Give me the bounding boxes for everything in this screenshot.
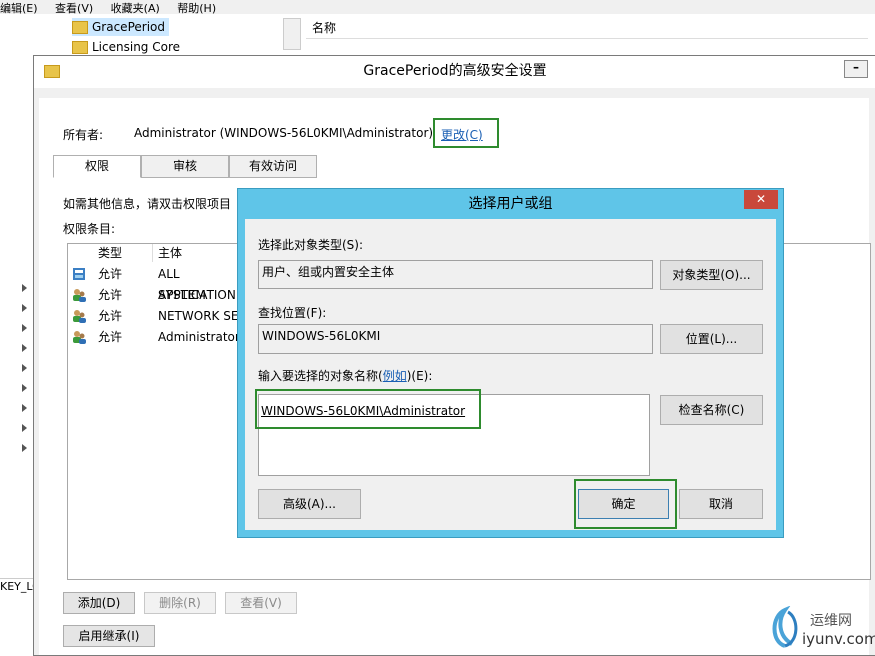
name-highlight (255, 389, 481, 429)
expand-arrow-icon[interactable] (22, 324, 27, 332)
expand-arrow-icon[interactable] (22, 284, 27, 292)
owner-value: Administrator (WINDOWS-56L0KMI\Administr… (134, 126, 434, 140)
object-name-label: 输入要选择的对象名称(例如)(E): (258, 369, 433, 383)
change-owner-link[interactable]: 更改(C) (441, 126, 483, 143)
entries-label: 权限条目: (63, 222, 116, 236)
remove-button[interactable]: 删除(R) (144, 592, 216, 614)
group-icon (73, 268, 85, 280)
object-type-label: 选择此对象类型(S): (258, 238, 364, 252)
tree-scroll-up[interactable] (283, 18, 301, 50)
expand-arrow-icon[interactable] (22, 384, 27, 392)
close-icon[interactable]: ✕ (744, 190, 778, 209)
list-header-name[interactable]: 名称 (306, 18, 868, 39)
tab-auditing[interactable]: 审核 (141, 155, 229, 178)
minimize-button[interactable]: – (844, 60, 868, 78)
owner-label: 所有者: (63, 128, 104, 142)
table-row[interactable]: 允许 SYSTEM (68, 285, 258, 306)
dialog-title: 选择用户或组 (468, 196, 553, 212)
column-type[interactable]: 类型 (98, 244, 122, 262)
expand-arrow-icon[interactable] (22, 364, 27, 372)
tree-item-graceperiod[interactable]: GracePeriod (72, 18, 169, 36)
object-types-button[interactable]: 对象类型(O)... (660, 260, 763, 290)
watermark-text-cn: 运维网 (810, 613, 852, 629)
info-text: 如需其他信息，请双击权限项目 (63, 197, 232, 211)
expand-arrow-icon[interactable] (22, 344, 27, 352)
object-type-field: 用户、组或内置安全主体 (258, 260, 653, 289)
select-user-dialog: 选择用户或组 ✕ 选择此对象类型(S): 用户、组或内置安全主体 对象类型(O)… (237, 188, 784, 538)
swirl-icon (772, 606, 798, 648)
expand-arrow-icon[interactable] (22, 424, 27, 432)
view-button[interactable]: 查看(V) (225, 592, 297, 614)
dialog-body: 选择此对象类型(S): 用户、组或内置安全主体 对象类型(O)... 查找位置(… (245, 219, 776, 530)
tree-item-licensing-core[interactable]: Licensing Core (72, 38, 180, 56)
cancel-button[interactable]: 取消 (679, 489, 763, 519)
tab-effective-access[interactable]: 有效访问 (229, 155, 317, 178)
tab-permissions[interactable]: 权限 (53, 155, 141, 178)
check-names-button[interactable]: 检查名称(C) (660, 395, 763, 425)
location-field: WINDOWS-56L0KMI (258, 324, 653, 354)
location-label: 查找位置(F): (258, 306, 327, 320)
enable-inheritance-button[interactable]: 启用继承(I) (63, 625, 155, 647)
table-row[interactable]: 允许 NETWORK SERV (68, 306, 258, 327)
table-row[interactable]: 允许 ALL APPLICATION (68, 264, 258, 302)
column-principal[interactable]: 主体 (158, 244, 182, 262)
add-button[interactable]: 添加(D) (63, 592, 135, 614)
window-title: GracePeriod的高级安全设置 (34, 56, 875, 88)
examples-link[interactable]: 例如 (383, 369, 407, 383)
locations-button[interactable]: 位置(L)... (660, 324, 763, 354)
watermark-text-en: iyunv.com (802, 630, 875, 648)
ok-button[interactable]: 确定 (578, 489, 669, 519)
users-icon (73, 289, 86, 302)
folder-icon (72, 41, 88, 54)
expand-arrow-icon[interactable] (22, 444, 27, 452)
table-row[interactable]: 允许 Administrators (68, 327, 258, 348)
expand-arrow-icon[interactable] (22, 304, 27, 312)
expand-arrow-icon[interactable] (22, 404, 27, 412)
status-key-path: KEY_LO (0, 578, 41, 595)
folder-icon (44, 65, 60, 78)
users-icon (73, 331, 86, 344)
watermark-logo: 运维网 iyunv.com (768, 604, 875, 652)
users-icon (73, 310, 86, 323)
advanced-button[interactable]: 高级(A)... (258, 489, 361, 519)
menu-bar: 编辑(E) 查看(V) 收藏夹(A) 帮助(H) (0, 0, 875, 15)
folder-icon (72, 21, 88, 34)
